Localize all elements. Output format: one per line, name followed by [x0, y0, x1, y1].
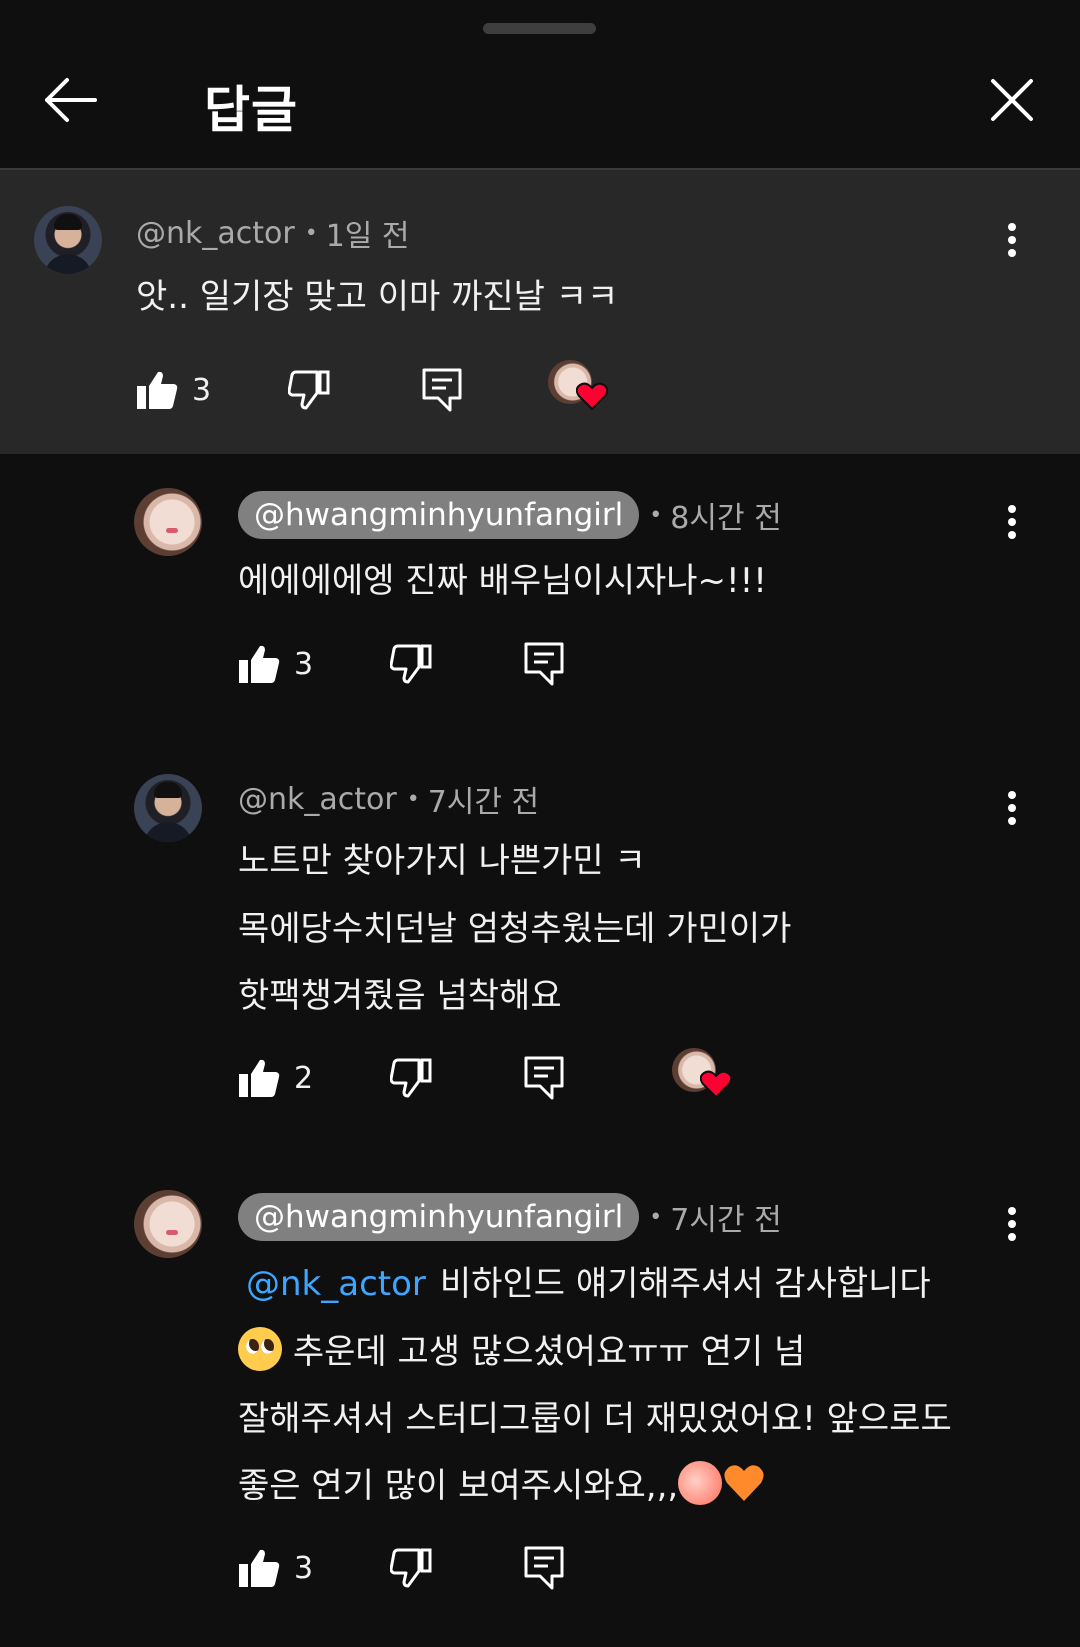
reply-comment-icon — [524, 1056, 564, 1100]
comment-text-segment: 비하인드 얘기해주셔서 감사합니다 — [439, 1264, 931, 1304]
avatar[interactable] — [34, 206, 102, 274]
reply-button[interactable] — [524, 642, 564, 690]
comment-author[interactable]: @hwangminhyunfangirl — [238, 1193, 640, 1241]
comment-author[interactable]: @hwangminhyunfangirl — [238, 491, 640, 539]
comment-text-segment: 좋은 연기 많이 보여주시와요,,, — [238, 1466, 679, 1506]
comment-author[interactable]: @nk_actor — [238, 782, 397, 817]
like-count: 3 — [192, 372, 212, 408]
comment-meta: @hwangminhyunfangirl • 8시간 전 — [238, 488, 782, 542]
thumb-down-icon — [389, 1548, 432, 1588]
reply-button[interactable] — [524, 1056, 564, 1104]
dislike-button[interactable] — [389, 644, 432, 688]
like-button[interactable]: 3 — [238, 1548, 313, 1588]
creator-heart-icon — [700, 1070, 732, 1098]
thumb-down-icon — [389, 1058, 432, 1098]
comment-meta: @nk_actor • 7시간 전 — [238, 772, 539, 826]
comment-text-line: 목에당수치던날 엄청추웠는데 가민이가 — [238, 909, 792, 949]
comment-text-line: 추운데 고생 많으셨어요ㅠㅠ 연기 넘 — [238, 1319, 805, 1385]
comment-text: 앗.. 일기장 맞고 이마 까진날 ㅋㅋ — [136, 277, 619, 317]
thumb-up-icon — [137, 371, 178, 409]
comment-text-line: 잘해주셔서 스터디그룹이 더 재밌었어요! 앞으로도 — [238, 1399, 952, 1439]
dislike-button[interactable] — [389, 1548, 432, 1592]
more-options-button[interactable] — [992, 1194, 1032, 1254]
creator-heart-icon — [576, 382, 608, 410]
close-button[interactable] — [982, 70, 1042, 130]
reply-button[interactable] — [524, 1546, 564, 1594]
avatar[interactable] — [134, 488, 202, 556]
comment-text-line: 노트만 찾아가지 나쁜가민 ㅋ — [238, 841, 646, 881]
more-vert-icon — [1008, 505, 1016, 539]
comment-text-line: @nk_actor 비하인드 얘기해주셔서 감사합니다 — [238, 1251, 931, 1317]
avatar[interactable] — [134, 774, 202, 842]
mention-link[interactable]: @nk_actor — [238, 1264, 440, 1304]
comment-time: 7시간 전 — [427, 785, 540, 820]
pleading-face-icon — [238, 1327, 282, 1371]
more-vert-icon — [1008, 223, 1016, 257]
thumb-down-icon — [389, 644, 432, 684]
comment-actions: 3 — [238, 1546, 938, 1608]
comment-meta: @nk_actor • 1일 전 — [136, 206, 410, 260]
comment-time: 1일 전 — [325, 219, 410, 254]
like-count: 3 — [294, 646, 314, 682]
separator-dot: • — [649, 502, 663, 528]
comment-time: 7시간 전 — [670, 1203, 782, 1238]
comment-text-line: 핫팩챙겨줬음 넘착해요 — [238, 976, 562, 1016]
like-count: 2 — [294, 1060, 314, 1096]
reply-comment-icon — [524, 642, 564, 686]
comment-time: 8시간 전 — [670, 501, 782, 536]
reply-button[interactable] — [422, 368, 462, 416]
like-count: 3 — [294, 1550, 314, 1586]
drag-handle[interactable] — [483, 23, 596, 34]
page-title: 답글 — [204, 81, 298, 139]
more-options-button[interactable] — [992, 492, 1032, 552]
comment-author[interactable]: @nk_actor — [136, 216, 295, 251]
arrow-left-icon — [45, 78, 97, 122]
thumb-up-icon — [239, 1549, 280, 1587]
more-vert-icon — [1008, 791, 1016, 825]
thumb-up-icon — [239, 645, 280, 683]
reply-comment-icon — [524, 1546, 564, 1590]
more-options-button[interactable] — [992, 210, 1032, 270]
thumb-down-icon — [287, 370, 330, 410]
comment-meta: @hwangminhyunfangirl • 7시간 전 — [238, 1190, 782, 1244]
separator-dot: • — [406, 786, 420, 812]
comment-actions: 2 — [238, 1048, 938, 1118]
reply-comment-icon — [422, 368, 462, 412]
like-button[interactable]: 3 — [238, 644, 313, 684]
like-button[interactable]: 3 — [136, 370, 211, 410]
replies-sheet: 답글 @nk_actor • 1일 전 앗.. 일기장 맞고 이마 까진날 ㅋㅋ… — [0, 0, 1080, 1647]
back-button[interactable] — [38, 68, 102, 132]
comment-text-segment: 추운데 고생 많으셨어요ㅠㅠ 연기 넘 — [292, 1332, 806, 1372]
dislike-button[interactable] — [389, 1058, 432, 1102]
separator-dot: • — [649, 1204, 663, 1230]
creator-heart-badge — [548, 360, 612, 416]
more-vert-icon — [1008, 1207, 1016, 1241]
creator-heart-badge — [672, 1048, 736, 1104]
comment-text-line: 좋은 연기 많이 보여주시와요,,, — [238, 1453, 766, 1519]
peach-icon — [678, 1461, 723, 1505]
parent-comment: @nk_actor • 1일 전 앗.. 일기장 맞고 이마 까진날 ㅋㅋ 3 — [0, 170, 1080, 454]
close-icon — [991, 79, 1033, 121]
comment-text: 에에에에엥 진짜 배우님이시자나~!!! — [238, 561, 767, 601]
thumb-up-icon — [239, 1059, 280, 1097]
more-options-button[interactable] — [992, 778, 1032, 838]
separator-dot: • — [304, 220, 318, 246]
orange-heart-icon — [724, 1465, 764, 1501]
avatar[interactable] — [134, 1190, 202, 1258]
header: 답글 — [0, 40, 1080, 170]
comment-actions: 3 — [136, 360, 836, 430]
comment-actions: 3 — [238, 642, 938, 704]
like-button[interactable]: 2 — [238, 1058, 313, 1098]
dislike-button[interactable] — [287, 370, 330, 414]
